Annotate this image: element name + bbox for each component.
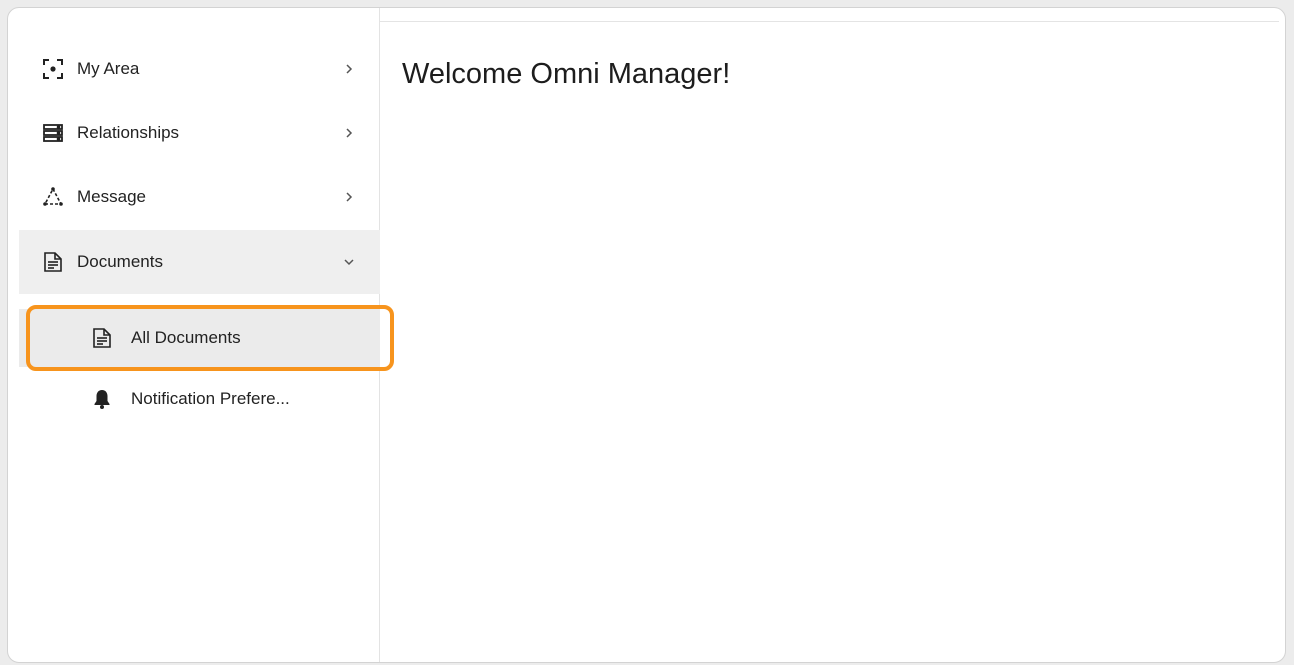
sidebar: My Area Relationships Message Documents … [8,8,380,662]
server-stack-icon [41,121,65,145]
sidebar-subitem-label: Notification Prefere... [131,389,290,408]
sidebar-item-documents[interactable]: Documents [19,230,380,294]
chevron-right-icon [342,126,356,140]
page-title: Welcome Omni Manager! [402,58,731,90]
focus-frame-icon [41,57,65,81]
sidebar-item-label: Message [77,187,146,206]
document-icon [90,326,114,350]
sidebar-item-relationships[interactable]: Relationships [19,101,380,165]
sidebar-item-label: My Area [77,59,140,78]
sidebar-subitem-label: All Documents [131,328,241,347]
app-window: My Area Relationships Message Documents … [7,7,1286,663]
sidebar-subitem-notification-preferences[interactable]: Notification Prefere... [19,370,380,428]
sidebar-subitem-all-documents[interactable]: All Documents [19,309,380,367]
sidebar-item-label: Relationships [77,123,180,142]
chevron-down-icon [342,255,356,269]
bell-icon [90,387,114,411]
recycle-triangle-icon [41,185,65,209]
document-icon [41,250,65,274]
sidebar-item-message[interactable]: Message [19,165,380,229]
chevron-right-icon [342,190,356,204]
sidebar-item-my-area[interactable]: My Area [19,37,380,101]
top-divider [380,21,1279,22]
chevron-right-icon [342,62,356,76]
sidebar-item-label: Documents [77,252,163,271]
